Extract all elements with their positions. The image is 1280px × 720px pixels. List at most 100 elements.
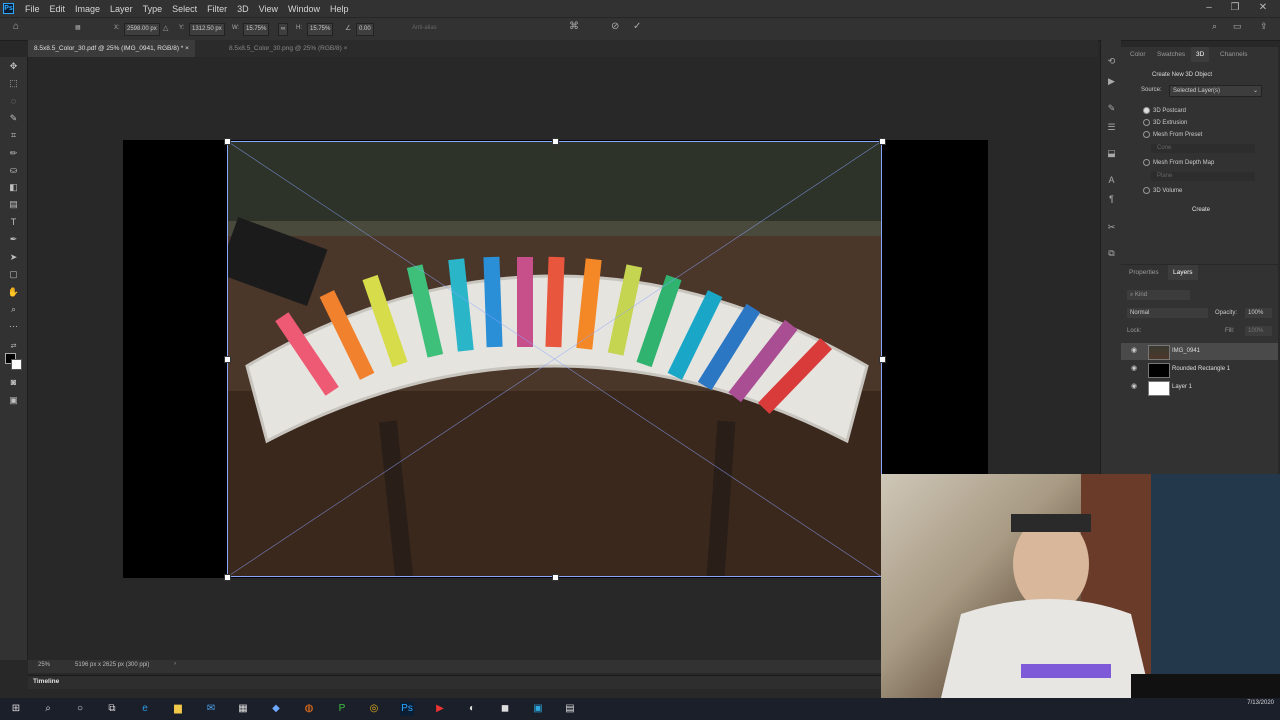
search-icon[interactable]: ⌕ bbox=[1212, 21, 1217, 32]
tab-properties[interactable]: Properties bbox=[1124, 265, 1164, 280]
menu-image[interactable]: Image bbox=[70, 4, 105, 14]
opacity-field[interactable]: 100% bbox=[1245, 308, 1272, 318]
brush-settings-icon[interactable]: ✎ bbox=[1106, 103, 1117, 114]
quick-select-tool-icon[interactable]: ✎ bbox=[6, 111, 21, 125]
crop-tool-icon[interactable]: ⌗ bbox=[6, 128, 21, 142]
workspace-icon[interactable]: ▭ bbox=[1233, 21, 1242, 32]
document-info[interactable]: 5196 px x 2625 px (300 ppi) bbox=[75, 662, 149, 668]
task-view-icon[interactable]: ⧉ bbox=[105, 702, 119, 716]
mail-icon[interactable]: ✉ bbox=[204, 702, 218, 716]
app-window-icon[interactable]: ▤ bbox=[563, 702, 577, 716]
app-icon[interactable]: ◆ bbox=[269, 702, 283, 716]
tools-settings-icon[interactable]: ✂ bbox=[1106, 222, 1117, 233]
menu-layer[interactable]: Layer bbox=[105, 4, 138, 14]
stamp-tool-icon[interactable]: ⛀ bbox=[6, 163, 21, 177]
placed-photo[interactable] bbox=[227, 141, 882, 577]
visibility-eye-icon[interactable]: ◉ bbox=[1131, 347, 1139, 355]
pdf-app-icon[interactable]: P bbox=[335, 702, 349, 716]
tab-swatches[interactable]: Swatches bbox=[1152, 47, 1190, 62]
cortana-icon[interactable]: ○ bbox=[73, 702, 87, 716]
filter-kind-select[interactable]: ⌕ Kind bbox=[1127, 290, 1190, 300]
transform-handle-left[interactable] bbox=[224, 356, 231, 363]
option-3d-volume[interactable]: 3D Volume bbox=[1143, 187, 1182, 194]
more-tools-icon[interactable]: ⋯ bbox=[6, 319, 21, 333]
windows-start-icon[interactable]: ⊞ bbox=[9, 702, 23, 716]
edge-browser-icon[interactable]: e bbox=[138, 702, 152, 716]
menu-help[interactable]: Help bbox=[325, 4, 354, 14]
firefox-icon[interactable]: ◍ bbox=[302, 702, 316, 716]
paragraph-icon[interactable]: ¶ bbox=[1106, 194, 1117, 205]
interpolation-label[interactable]: Anti-alias bbox=[412, 23, 437, 34]
transform-handle-top[interactable] bbox=[552, 138, 559, 145]
properties-icon[interactable]: ⧉ bbox=[1106, 248, 1117, 259]
blend-mode-select[interactable]: Normal bbox=[1127, 308, 1208, 318]
store-icon[interactable]: ▦ bbox=[236, 702, 250, 716]
layer-row-layer-1[interactable]: ◉ Layer 1 bbox=[1121, 379, 1278, 396]
transform-handle-top-left[interactable] bbox=[224, 138, 231, 145]
tab-color[interactable]: Color bbox=[1125, 47, 1151, 62]
option-3d-postcard[interactable]: 3D Postcard bbox=[1143, 107, 1186, 114]
angle-field[interactable]: 0.00 bbox=[356, 23, 374, 36]
discord-icon[interactable]: ◼ bbox=[498, 702, 512, 716]
y-field[interactable]: 1312.50 px bbox=[189, 23, 225, 36]
layer-row-rounded-rectangle[interactable]: ◉ Rounded Rectangle 1 bbox=[1121, 361, 1278, 378]
swap-colors-icon[interactable]: ⇄ bbox=[6, 340, 21, 354]
h-field[interactable]: 15.75% bbox=[307, 23, 334, 36]
create-button[interactable]: Create bbox=[1181, 205, 1221, 216]
zoom-level[interactable]: 25% bbox=[38, 662, 50, 668]
chevron-right-icon[interactable]: › bbox=[174, 661, 176, 667]
close-icon[interactable]: ✕ bbox=[1252, 0, 1274, 17]
x-field[interactable]: 2598.00 px bbox=[124, 23, 160, 36]
menu-3d[interactable]: 3D bbox=[232, 4, 254, 14]
commit-transform-icon[interactable]: ✓ bbox=[633, 21, 641, 32]
reference-point-icon[interactable]: ▦ bbox=[75, 23, 81, 34]
link-icon[interactable]: ∞ bbox=[278, 23, 289, 36]
type-tool-icon[interactable]: T bbox=[6, 215, 21, 229]
tab-channels[interactable]: Channels bbox=[1215, 47, 1252, 62]
actions-icon[interactable]: ▶ bbox=[1106, 76, 1117, 87]
history-icon[interactable]: ⟲ bbox=[1106, 56, 1117, 67]
preset-select[interactable]: Cone bbox=[1151, 144, 1255, 153]
media-player-icon[interactable]: ▶ bbox=[433, 702, 447, 716]
w-field[interactable]: 15.75% bbox=[243, 23, 270, 36]
menu-type[interactable]: Type bbox=[138, 4, 168, 14]
visibility-eye-icon[interactable]: ◉ bbox=[1131, 365, 1139, 373]
restore-icon[interactable]: ❐ bbox=[1224, 0, 1246, 17]
menu-edit[interactable]: Edit bbox=[45, 4, 71, 14]
share-icon[interactable]: ⇪ bbox=[1260, 21, 1268, 32]
visibility-eye-icon[interactable]: ◉ bbox=[1131, 383, 1139, 391]
file-explorer-icon[interactable]: ▆ bbox=[171, 702, 185, 716]
timeline-tab[interactable]: Timeline bbox=[33, 678, 59, 685]
tab-png-document[interactable]: 8.5x8.5_Color_30.png @ 25% (RGB/8) × bbox=[223, 40, 353, 57]
tab-layers[interactable]: Layers bbox=[1168, 265, 1198, 280]
source-select[interactable]: Selected Layer(s) ⌄ bbox=[1169, 85, 1262, 97]
menu-select[interactable]: Select bbox=[167, 4, 202, 14]
chrome-icon[interactable]: ◎ bbox=[367, 702, 381, 716]
menu-view[interactable]: View bbox=[254, 4, 283, 14]
screen-mode-icon[interactable]: ▣ bbox=[6, 393, 21, 407]
libraries-icon[interactable]: ⬓ bbox=[1106, 148, 1117, 159]
tab-pdf-document[interactable]: 8.5x8.5_Color_30.pdf @ 25% (IMG_0941, RG… bbox=[28, 40, 195, 57]
lasso-tool-icon[interactable]: ◌ bbox=[6, 94, 21, 108]
delta-icon[interactable]: △ bbox=[163, 23, 168, 34]
transform-handle-bottom[interactable] bbox=[552, 574, 559, 581]
pen-tool-icon[interactable]: ✒ bbox=[6, 232, 21, 246]
character-icon[interactable]: A bbox=[1106, 175, 1117, 186]
gradient-tool-icon[interactable]: ▤ bbox=[6, 197, 21, 211]
depth-map-select[interactable]: Plane bbox=[1151, 172, 1255, 181]
photoshop-taskbar-icon[interactable]: Ps bbox=[400, 702, 414, 716]
background-color-swatch[interactable] bbox=[11, 359, 22, 370]
quick-mask-icon[interactable]: ◙ bbox=[6, 375, 21, 389]
home-icon[interactable]: ⌂ bbox=[13, 21, 19, 32]
transform-handle-top-right[interactable] bbox=[879, 138, 886, 145]
shape-tool-icon[interactable]: ▢ bbox=[6, 267, 21, 281]
option-mesh-from-depth-map[interactable]: Mesh From Depth Map bbox=[1143, 159, 1214, 166]
transform-handle-bottom-left[interactable] bbox=[224, 574, 231, 581]
eraser-tool-icon[interactable]: ◧ bbox=[6, 180, 21, 194]
transform-handle-right[interactable] bbox=[879, 356, 886, 363]
move-tool-icon[interactable]: ✥ bbox=[6, 59, 21, 73]
chat-app-icon[interactable]: ▣ bbox=[531, 702, 545, 716]
close-icon[interactable]: × bbox=[344, 45, 348, 52]
menu-filter[interactable]: Filter bbox=[202, 4, 232, 14]
layer-row-img-0941[interactable]: ◉ IMG_0941 bbox=[1121, 343, 1278, 360]
